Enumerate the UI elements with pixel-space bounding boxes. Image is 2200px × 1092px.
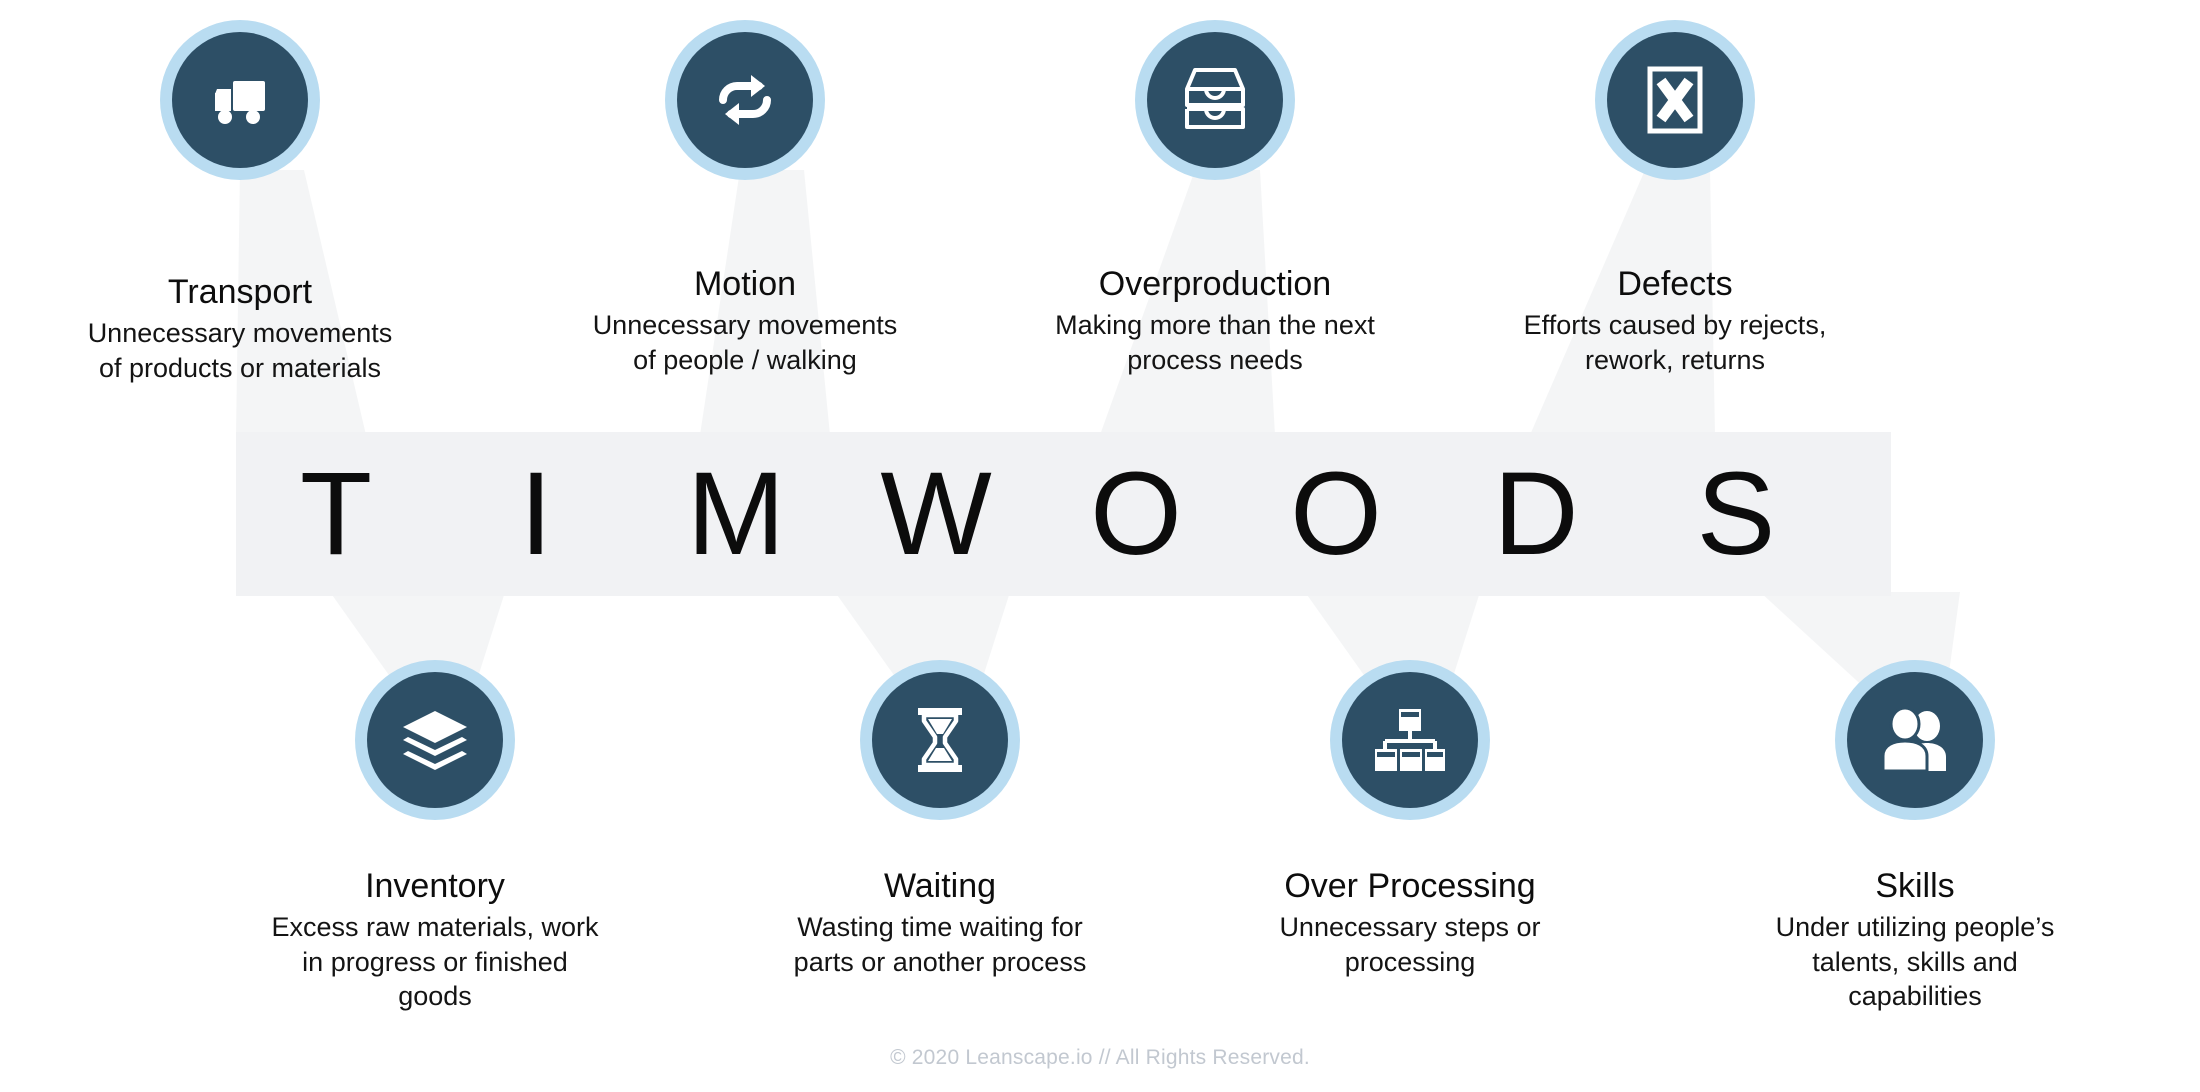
circle-inner-skills [1847, 672, 1983, 808]
two-people-icon [1881, 709, 1946, 771]
waste-desc-motion-line2: of people / walking [633, 344, 857, 375]
circle-inner-overprocessing [1342, 672, 1478, 808]
waste-circle-transport[interactable] [160, 20, 320, 180]
acronym-letter-t: T [299, 448, 373, 580]
hierarchy-boxes-icon [1375, 709, 1445, 771]
waste-circle-waiting[interactable] [860, 660, 1020, 820]
acronym-letter-w: W [880, 448, 992, 580]
infographic-canvas: T I M W O O D S Transport Unnecessary mo… [0, 0, 2200, 1092]
acronym-letter-s: S [1696, 448, 1776, 580]
waste-text-overproduction: Overproduction Making more than the next… [975, 264, 1455, 377]
layers-icon [403, 711, 467, 770]
waste-desc-skills-line1: Under utilizing people’s [1775, 912, 2055, 943]
waste-desc-overproduction-line1: Making more than the next [1055, 310, 1375, 341]
waste-desc-defects-line2: rework, returns [1584, 344, 1766, 375]
hourglass-icon [918, 708, 962, 772]
waste-title-skills: Skills [1875, 867, 1955, 905]
circle-inner-defects [1607, 32, 1743, 168]
waste-text-skills: Skills Under utilizing people’s talents,… [1675, 866, 2155, 1014]
waste-text-motion: Motion Unnecessary movements of people /… [505, 264, 985, 377]
x-in-box-icon [1647, 66, 1703, 134]
waste-text-overprocessing: Over Processing Unnecessary steps or pro… [1170, 866, 1650, 979]
waste-circle-overproduction[interactable] [1135, 20, 1295, 180]
waste-circle-inventory[interactable] [355, 660, 515, 820]
circle-inner-transport [172, 32, 308, 168]
waste-desc-inventory-line2: in progress or finished [302, 946, 568, 977]
waste-text-transport: Transport Unnecessary movements of produ… [0, 272, 480, 385]
waste-desc-inventory-line1: Excess raw materials, work [271, 912, 599, 943]
circle-inner-waiting [872, 672, 1008, 808]
waste-circle-motion[interactable] [665, 20, 825, 180]
waste-desc-transport-line1: Unnecessary movements [87, 318, 393, 349]
waste-desc-motion-line1: Unnecessary movements [592, 310, 898, 341]
truck-icon [215, 81, 265, 124]
waste-desc-inventory-line3: goods [398, 981, 472, 1012]
stacked-trays-icon [1185, 68, 1245, 129]
waste-title-transport: Transport [167, 273, 313, 311]
acronym-letter-m: M [686, 448, 786, 580]
acronym-letter-o2: O [1290, 448, 1382, 580]
circle-inner-overproduction [1147, 32, 1283, 168]
copyright-footer: © 2020 Leanscape.io // All Rights Reserv… [890, 1046, 1310, 1069]
circle-inner-inventory [367, 672, 503, 808]
waste-title-motion: Motion [693, 265, 797, 303]
waste-desc-skills-line2: talents, skills and [1812, 946, 2018, 977]
waste-desc-overprocessing-line1: Unnecessary steps or [1279, 912, 1541, 943]
acronym-letter-d: D [1493, 448, 1579, 580]
waste-title-inventory: Inventory [365, 867, 505, 905]
waste-title-overproduction: Overproduction [1098, 265, 1332, 303]
waste-desc-skills-line3: capabilities [1848, 981, 1982, 1012]
waste-circle-defects[interactable] [1595, 20, 1755, 180]
waste-text-waiting: Waiting Wasting time waiting for parts o… [700, 866, 1180, 979]
acronym-letter-i: I [519, 448, 553, 580]
waste-title-overprocessing: Over Processing [1284, 867, 1536, 905]
waste-desc-waiting-line2: parts or another process [793, 946, 1087, 977]
waste-desc-transport-line2: of products or materials [98, 352, 382, 383]
waste-desc-waiting-line1: Wasting time waiting for [797, 912, 1083, 943]
waste-title-waiting: Waiting [883, 867, 997, 905]
waste-title-defects: Defects [1617, 265, 1733, 303]
acronym-letters: T I M W O O D S [236, 432, 1836, 596]
waste-text-inventory: Inventory Excess raw materials, work in … [190, 866, 680, 1014]
waste-circle-overprocessing[interactable] [1330, 660, 1490, 820]
waste-desc-overproduction-line2: process needs [1127, 344, 1303, 375]
waste-desc-overprocessing-line2: processing [1344, 946, 1476, 977]
waste-text-defects: Defects Efforts caused by rejects, rewor… [1445, 264, 1905, 377]
repeat-arrows-icon [719, 75, 771, 125]
timwoods-arrow-band: T I M W O O D S [236, 432, 1891, 596]
waste-desc-defects-line1: Efforts caused by rejects, [1523, 310, 1827, 341]
waste-circle-skills[interactable] [1835, 660, 1995, 820]
acronym-letter-o1: O [1090, 448, 1182, 580]
circle-inner-motion [677, 32, 813, 168]
